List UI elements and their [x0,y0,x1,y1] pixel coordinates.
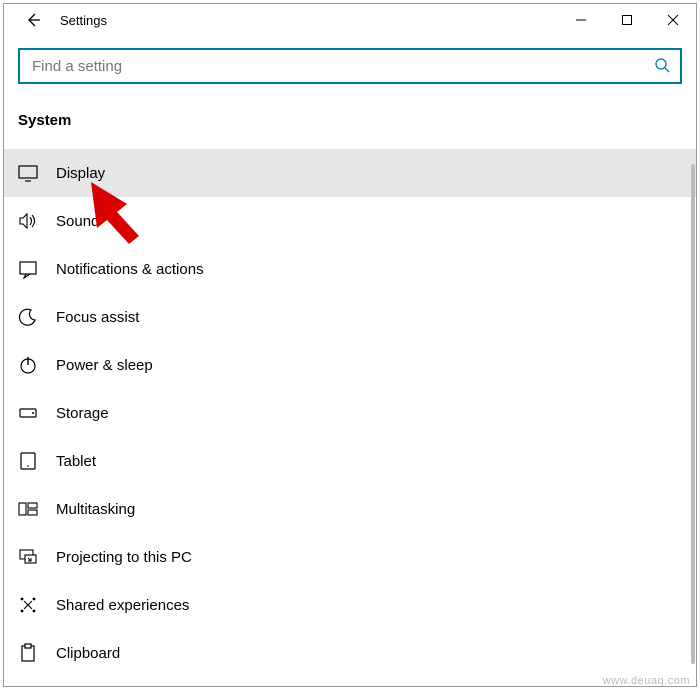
multitasking-icon [18,499,38,519]
search-input[interactable] [30,57,654,76]
clipboard-icon [18,643,38,663]
menu-item-storage[interactable]: Storage [4,389,696,437]
maximize-icon [621,14,633,26]
window-title: Settings [60,13,107,28]
menu-item-tablet[interactable]: Tablet [4,437,696,485]
search-box[interactable] [18,48,682,84]
menu-item-focus-assist[interactable]: Focus assist [4,293,696,341]
menu-item-label: Shared experiences [56,597,189,614]
minimize-button[interactable] [558,4,604,36]
menu-item-projecting[interactable]: Projecting to this PC [4,533,696,581]
storage-icon [18,403,38,423]
scrollbar[interactable] [691,164,695,664]
menu-item-label: Clipboard [56,645,120,662]
close-button[interactable] [650,4,696,36]
menu-item-label: Storage [56,405,109,422]
settings-menu: Display Sound Notifications & actions Fo… [4,149,696,677]
menu-item-power-sleep[interactable]: Power & sleep [4,341,696,389]
search-container [4,36,696,90]
settings-window: Settings System Display [3,3,697,687]
menu-item-clipboard[interactable]: Clipboard [4,629,696,677]
display-icon [18,163,38,183]
menu-item-label: Power & sleep [56,357,153,374]
notifications-icon [18,259,38,279]
menu-item-notifications[interactable]: Notifications & actions [4,245,696,293]
watermark: www.deuaq.com [603,675,690,687]
minimize-icon [575,14,587,26]
menu-item-display[interactable]: Display [4,149,696,197]
search-icon [654,57,670,76]
menu-item-label: Focus assist [56,309,139,326]
back-arrow-icon [25,12,41,28]
menu-item-label: Notifications & actions [56,261,204,278]
shared-experiences-icon [18,595,38,615]
menu-item-label: Display [56,165,105,182]
close-icon [667,14,679,26]
menu-item-label: Multitasking [56,501,135,518]
maximize-button[interactable] [604,4,650,36]
titlebar: Settings [4,4,696,36]
menu-item-label: Projecting to this PC [56,549,192,566]
menu-item-sound[interactable]: Sound [4,197,696,245]
section-heading: System [4,90,696,137]
menu-item-label: Tablet [56,453,96,470]
window-controls [558,4,696,36]
back-button[interactable] [22,9,44,31]
tablet-icon [18,451,38,471]
menu-item-multitasking[interactable]: Multitasking [4,485,696,533]
menu-item-label: Sound [56,213,99,230]
power-icon [18,355,38,375]
projecting-icon [18,547,38,567]
sound-icon [18,211,38,231]
focus-assist-icon [18,307,38,327]
menu-item-shared-experiences[interactable]: Shared experiences [4,581,696,629]
